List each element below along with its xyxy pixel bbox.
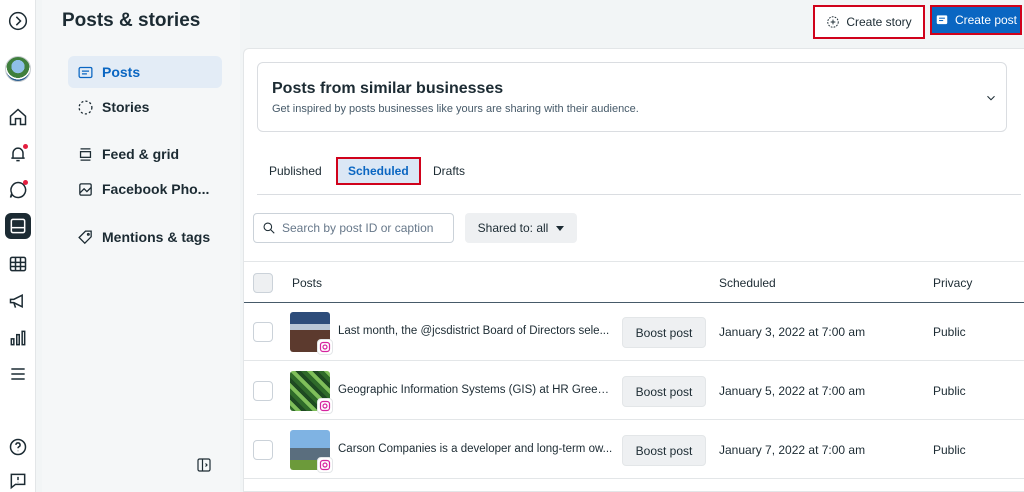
post-caption[interactable]: Geographic Information Systems (GIS) at … xyxy=(338,384,613,396)
row-checkbox[interactable] xyxy=(253,440,273,460)
create-story-button[interactable]: Create story xyxy=(813,5,925,39)
submenu-item-label: Facebook Pho... xyxy=(102,181,210,197)
collapse-panel-icon[interactable] xyxy=(195,456,213,474)
notification-dot xyxy=(23,180,28,185)
submenu-item-mentions-tags[interactable]: Mentions & tags xyxy=(68,221,222,253)
similar-businesses-card[interactable]: Posts from similar businesses Get inspir… xyxy=(257,62,1007,132)
create-post-button[interactable]: Create post xyxy=(930,5,1022,35)
instagram-icon xyxy=(317,457,333,473)
similar-card-title: Posts from similar businesses xyxy=(272,80,504,97)
submenu-item-label: Stories xyxy=(102,99,150,115)
privacy-value: Public xyxy=(933,325,966,339)
caret-down-icon xyxy=(556,225,565,231)
similar-card-subtitle: Get inspired by posts businesses like yo… xyxy=(272,103,639,115)
feed-icon xyxy=(76,145,94,163)
page-title: Posts & stories xyxy=(62,10,201,31)
tab-published[interactable]: Published xyxy=(269,157,322,185)
avatar[interactable] xyxy=(5,56,31,82)
submenu-item-label: Mentions & tags xyxy=(102,229,211,245)
select-all-checkbox[interactable] xyxy=(253,273,273,293)
help-icon[interactable] xyxy=(5,434,31,460)
bar-chart-icon[interactable] xyxy=(5,325,31,351)
add-story-icon xyxy=(827,16,840,28)
table-header: Posts Scheduled Privacy xyxy=(244,261,1024,303)
feedback-icon[interactable] xyxy=(5,468,31,492)
boost-post-button[interactable]: Boost post xyxy=(622,317,706,348)
post-caption[interactable]: Last month, the @jcsdistrict Board of Di… xyxy=(338,325,613,337)
table-icon[interactable] xyxy=(5,251,31,277)
instagram-icon xyxy=(317,339,333,355)
main-panel: Posts from similar businesses Get inspir… xyxy=(243,48,1024,492)
privacy-value: Public xyxy=(933,443,966,457)
chat-icon[interactable] xyxy=(5,177,31,203)
search-input[interactable] xyxy=(282,221,442,235)
create-story-label: Create story xyxy=(846,15,912,29)
column-header-privacy[interactable]: Privacy xyxy=(933,276,972,290)
tab-bar: Published Scheduled Drafts xyxy=(257,149,1021,195)
submenu-item-stories[interactable]: Stories xyxy=(68,91,222,123)
privacy-value: Public xyxy=(933,384,966,398)
stories-icon xyxy=(76,98,94,116)
submenu-item-feed-grid[interactable]: Feed & grid xyxy=(68,138,222,170)
left-icon-rail xyxy=(0,0,36,492)
scheduled-time: January 5, 2022 at 7:00 am xyxy=(719,384,866,398)
tab-scheduled[interactable]: Scheduled xyxy=(336,157,421,185)
create-post-label: Create post xyxy=(954,13,1018,27)
column-header-scheduled[interactable]: Scheduled xyxy=(719,276,776,290)
search-box[interactable] xyxy=(253,213,454,243)
table-row[interactable]: Carson Companies is a developer and long… xyxy=(244,421,1024,479)
scheduled-time: January 3, 2022 at 7:00 am xyxy=(719,325,866,339)
expand-icon[interactable] xyxy=(5,8,31,34)
bell-icon[interactable] xyxy=(5,141,31,167)
compose-icon xyxy=(936,15,948,25)
megaphone-icon[interactable] xyxy=(5,288,31,314)
tab-drafts[interactable]: Drafts xyxy=(433,157,465,185)
instagram-icon xyxy=(317,398,333,414)
boost-post-button[interactable]: Boost post xyxy=(622,435,706,466)
menu-icon[interactable] xyxy=(5,361,31,387)
shared-to-label: Shared to: all xyxy=(477,221,549,235)
table-row[interactable]: Last month, the @jcsdistrict Board of Di… xyxy=(244,303,1024,361)
submenu-item-label: Posts xyxy=(102,64,141,80)
row-checkbox[interactable] xyxy=(253,381,273,401)
post-caption[interactable]: Carson Companies is a developer and long… xyxy=(338,443,613,455)
boost-post-button[interactable]: Boost post xyxy=(622,376,706,407)
scheduled-time: January 7, 2022 at 7:00 am xyxy=(719,443,866,457)
submenu-item-facebook-photos[interactable]: Facebook Pho... xyxy=(68,173,222,205)
photo-icon xyxy=(76,180,94,198)
home-icon[interactable] xyxy=(5,104,31,130)
column-header-posts[interactable]: Posts xyxy=(292,276,322,290)
chevron-down-icon[interactable] xyxy=(984,91,998,105)
table-row[interactable]: Geographic Information Systems (GIS) at … xyxy=(244,362,1024,420)
posts-icon[interactable] xyxy=(5,213,31,239)
notification-dot xyxy=(23,144,28,149)
row-checkbox[interactable] xyxy=(253,322,273,342)
submenu-item-posts[interactable]: Posts xyxy=(68,56,222,88)
search-icon xyxy=(263,222,275,234)
shared-to-dropdown[interactable]: Shared to: all xyxy=(465,213,577,243)
tag-icon xyxy=(76,228,94,246)
submenu-item-label: Feed & grid xyxy=(102,146,180,162)
posts-icon xyxy=(76,63,94,81)
